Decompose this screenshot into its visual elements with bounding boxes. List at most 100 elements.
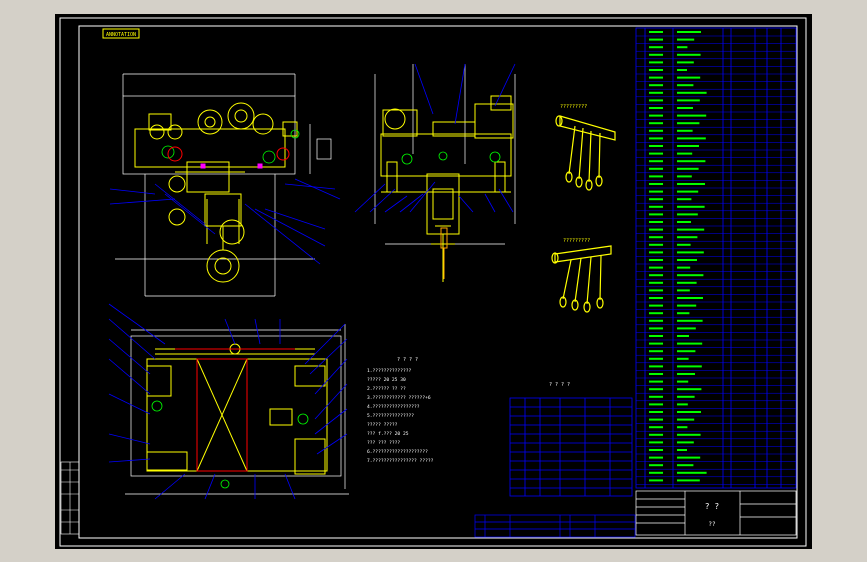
parts-list-name-mark: [677, 99, 700, 102]
parts-list-name-mark: [677, 160, 706, 163]
parts-list-name-mark: [677, 145, 699, 147]
parts-list-name-mark: [677, 76, 701, 79]
parts-list-code-mark: [649, 107, 663, 109]
parts-list-name-mark: [677, 388, 702, 391]
parts-list-name-mark: [677, 198, 692, 201]
parts-list-code-mark: [649, 137, 663, 140]
parts-list-code-mark: [649, 281, 663, 284]
parts-list-code-mark: [649, 327, 663, 330]
parts-list-code-mark: [649, 479, 663, 482]
parts-list-code-mark: [649, 205, 663, 208]
tech-line-4: 3.???????????? ??????+6: [367, 395, 431, 401]
parts-list-name-mark: [677, 221, 691, 223]
parts-list-name-mark: [677, 464, 694, 467]
tech-table: ? ? ? ?: [509, 382, 633, 497]
parts-list-name-mark: [677, 122, 700, 125]
title-block: ? ? ??: [635, 490, 797, 536]
parts-list-name-mark: [677, 327, 696, 330]
parts-list-name-mark: [677, 259, 697, 261]
parts-list-name-mark: [677, 84, 694, 87]
parts-list-code-mark: [649, 251, 663, 254]
parts-list-code-mark: [649, 373, 663, 375]
tech-line-3: 2.?????? ?? ??: [367, 386, 406, 392]
parts-list-name-mark: [677, 411, 701, 413]
parts-list-name-mark: [677, 175, 692, 178]
parts-list-code-mark: [649, 304, 663, 307]
revision-strip: [60, 461, 80, 535]
parts-list-name-mark: [677, 243, 691, 246]
sling-sketch-bottom: ?????????: [551, 238, 612, 313]
parts-list-code-mark: [649, 183, 663, 185]
parts-list-name-mark: [677, 373, 695, 375]
parts-list-code-mark: [649, 426, 663, 429]
parts-list-code-mark: [649, 350, 663, 353]
parts-list-name-mark: [677, 152, 693, 155]
parts-list-code-mark: [649, 236, 663, 239]
parts-list-name-mark: [677, 312, 690, 315]
parts-list-name-mark: [677, 53, 701, 56]
front-view: [109, 73, 341, 297]
parts-list-code-mark: [649, 198, 663, 201]
parts-list-name-mark: [677, 236, 698, 239]
tech-line-5: 4.?????????????????: [367, 404, 420, 410]
title-name: ? ?: [705, 502, 720, 511]
tech-requirements: ? ? ? ? 1.?????????????? ????? 20 25 30 …: [367, 357, 434, 464]
parts-list-name-mark: [677, 456, 701, 459]
parts-list-code-mark: [649, 228, 663, 231]
parts-list-name-mark: [677, 137, 706, 140]
parts-list-code-mark: [649, 319, 663, 322]
parts-list-code-mark: [649, 84, 663, 87]
tech-title: ? ? ? ?: [397, 357, 418, 363]
parts-list-name-mark: [677, 380, 689, 383]
sling-sketch-top: ?????????: [555, 104, 616, 191]
parts-list-name-mark: [677, 350, 696, 353]
parts-list-name-mark: [677, 342, 703, 345]
parts-list-name-mark: [677, 365, 702, 368]
tech-line-1: 1.??????????????: [367, 368, 411, 374]
parts-list-code-mark: [649, 365, 663, 368]
parts-list-code-mark: [649, 99, 663, 102]
parts-list-code-mark: [649, 312, 663, 315]
parts-list-name-mark: [677, 167, 699, 170]
parts-list-name-mark: [677, 289, 690, 292]
parts-list-code-mark: [649, 91, 663, 94]
tech-line-7: ????? ?????: [367, 422, 398, 428]
parts-list-code-mark: [649, 61, 663, 64]
parts-list-name-mark: [677, 228, 705, 231]
parts-list-code-mark: [649, 357, 663, 360]
tech-line-2: ????? 20 25 30: [367, 377, 406, 383]
parts-list-name-mark: [677, 335, 689, 337]
sketch-label-top: ?????????: [560, 104, 587, 110]
parts-list-name-mark: [677, 418, 695, 421]
table-title: ? ? ? ?: [549, 382, 570, 388]
parts-list-code-mark: [649, 395, 663, 398]
parts-list-code-mark: [649, 213, 663, 216]
parts-list-code-mark: [649, 53, 663, 56]
drawing-viewport[interactable]: ANNOTATION ????????? ????????? ? ? ? ? 1…: [55, 14, 812, 549]
parts-list: [635, 27, 797, 489]
parts-list-code-mark: [649, 190, 663, 193]
parts-list-code-mark: [649, 76, 663, 79]
parts-list-code-mark: [649, 69, 663, 71]
tech-line-11: 7.???????????????? ?????: [367, 458, 434, 464]
parts-list-name-mark: [677, 69, 687, 71]
parts-list-name-mark: [677, 297, 703, 299]
parts-list-code-mark: [649, 380, 663, 383]
tech-line-9: ??? ??? ????: [367, 440, 400, 446]
parts-list-code-mark: [649, 335, 663, 337]
parts-list-code-mark: [649, 129, 663, 132]
parts-list-code-mark: [649, 449, 663, 451]
lower-parts-list: [474, 514, 636, 538]
parts-list-name-mark: [677, 357, 689, 360]
sketch-label-bottom: ?????????: [563, 238, 590, 244]
parts-list-name-mark: [677, 31, 701, 33]
tech-line-6: 5.???????????????: [367, 413, 414, 419]
parts-list-name-mark: [677, 61, 694, 64]
parts-list-name-mark: [677, 426, 688, 429]
parts-list-code-mark: [649, 160, 663, 163]
parts-list-name-mark: [677, 46, 688, 49]
parts-list-name-mark: [677, 395, 695, 398]
parts-list-name-mark: [677, 274, 704, 277]
parts-list-name-mark: [677, 281, 697, 284]
parts-list-name-mark: [677, 319, 703, 322]
